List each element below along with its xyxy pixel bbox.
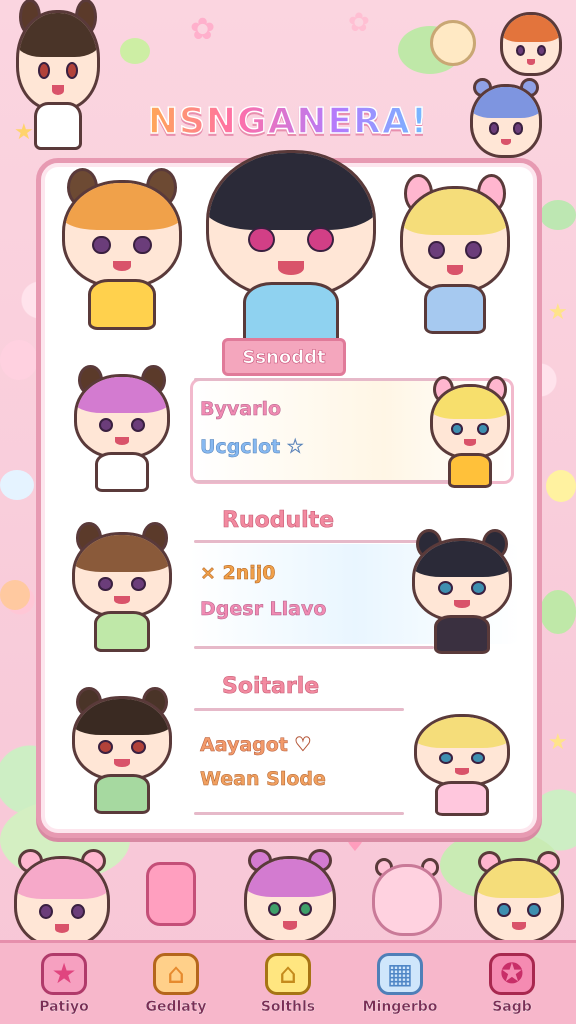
character-avatar-bear-dark	[72, 686, 172, 814]
row-3-subtitle: Wean Slode	[200, 768, 326, 791]
divider	[194, 646, 434, 649]
game-title: NSNGANERA!	[132, 92, 444, 150]
character-avatar-bear-brown	[72, 522, 172, 652]
nav-label-1: Patiyo	[39, 998, 89, 1015]
nav-label-4: Mingerbo	[362, 998, 438, 1015]
character-avatar-top-left	[16, 0, 100, 150]
calendar-icon: ▦	[377, 952, 423, 995]
divider	[194, 540, 434, 543]
character-avatar-bottom-3	[474, 851, 564, 944]
section-title-2: Ruodulte	[222, 508, 335, 534]
nav-label-5: Sagb	[492, 998, 532, 1015]
character-avatar-cat-blue	[470, 78, 542, 158]
star-icon: ★	[41, 952, 87, 995]
sparkle-star-icon: ☆	[286, 434, 305, 459]
divider	[194, 378, 454, 381]
character-avatar-bear-orange[interactable]	[62, 168, 182, 330]
divider	[194, 708, 404, 711]
row-1-subtitle-text: Ucgclot	[200, 436, 281, 459]
row-2-subtitle: Dgesr Llavo	[200, 598, 327, 621]
row-3-title-text: Aayagot	[200, 734, 288, 757]
heart-icon: ♡	[293, 732, 312, 757]
nav-item-2[interactable]: ⌂ Gedlaty	[122, 946, 230, 1022]
row-3-title: Aayagot ♡	[200, 732, 312, 757]
character-avatar-bear-pink	[74, 364, 170, 492]
list-item-row-3[interactable]	[190, 712, 410, 806]
character-avatar-cat-blonde[interactable]	[400, 174, 510, 334]
nav-item-4[interactable]: ▦ Mingerbo	[346, 946, 454, 1022]
nav-item-5[interactable]: ✪ Sagb	[458, 946, 566, 1022]
bag-item-icon	[146, 862, 196, 926]
character-avatar-bottom-2	[244, 848, 336, 944]
row-2-title: × 2nij0	[200, 562, 276, 585]
divider	[194, 480, 454, 483]
bear-plush-icon	[372, 858, 442, 936]
character-avatar-featured[interactable]	[206, 150, 376, 350]
character-avatar-bottom-1	[14, 848, 110, 948]
row-1-title: Byvarlo	[200, 398, 282, 421]
character-avatar-bunny-black	[412, 528, 512, 654]
home-icon: ⌂	[265, 952, 311, 995]
row-1-subtitle: Ucgclot ☆	[200, 434, 305, 459]
bottom-navigation: ★ Patiyo ⌂ Gedlaty ⌂ Solthls ▦ Mingerbo …	[0, 940, 576, 1024]
character-avatar-top-right-small	[500, 12, 562, 76]
nav-label-3: Solthls	[260, 998, 316, 1015]
house-icon: ⌂	[153, 952, 199, 995]
featured-character-name: Ssnoddt	[222, 338, 346, 376]
divider	[194, 812, 404, 815]
nav-item-3[interactable]: ⌂ Solthls	[234, 946, 342, 1022]
nav-item-1[interactable]: ★ Patiyo	[10, 946, 118, 1022]
character-avatar-cat-yellow	[430, 375, 510, 488]
nav-label-2: Gedlaty	[145, 998, 207, 1015]
section-title-3: Soitarle	[222, 674, 320, 700]
star-badge-icon: ✪	[489, 952, 535, 995]
character-avatar-blonde-bow	[414, 714, 510, 816]
